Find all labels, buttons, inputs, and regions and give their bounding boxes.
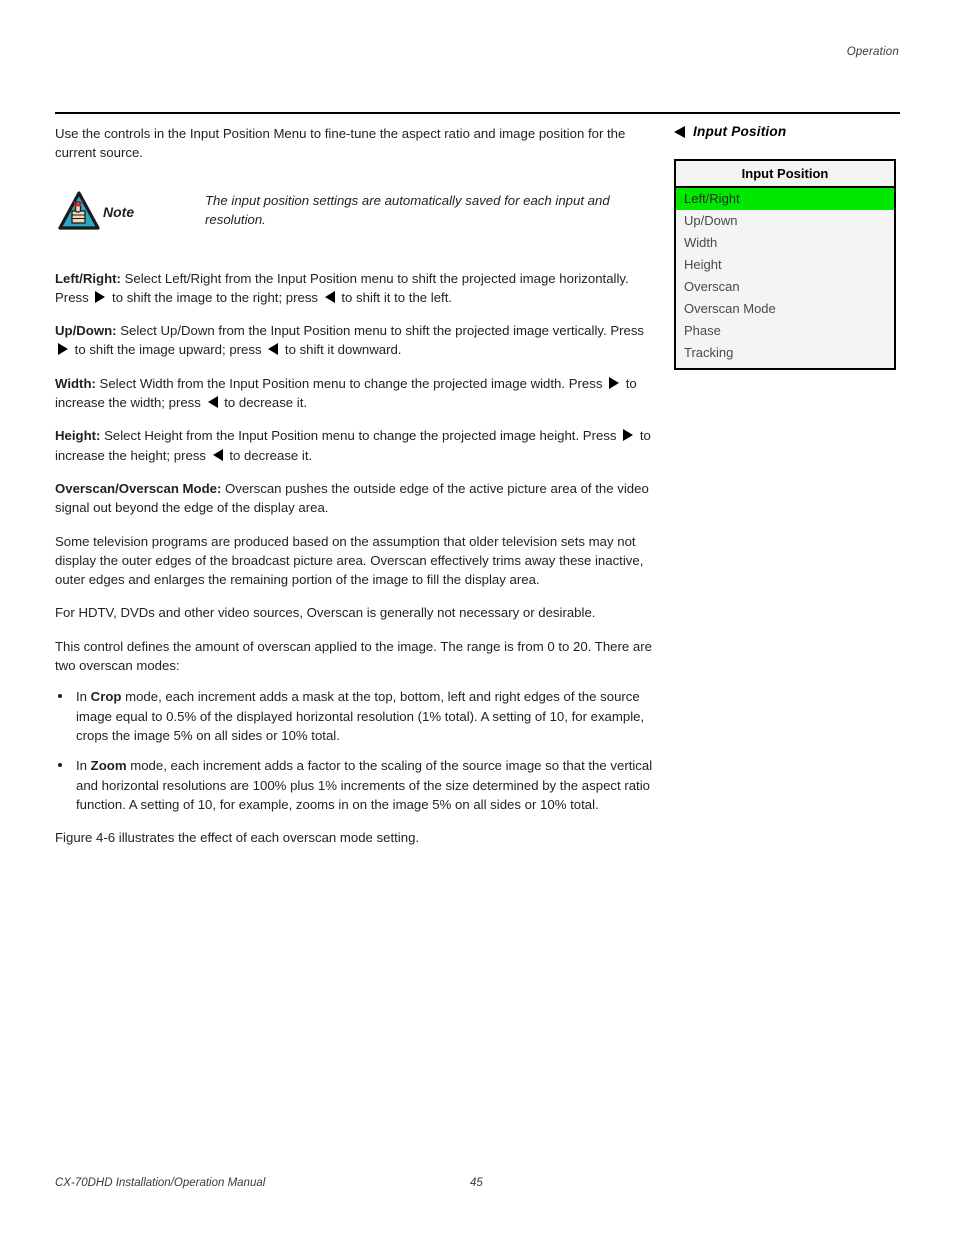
note-label: Note xyxy=(103,203,135,220)
entry-up-down: Up/Down: Select Up/Down from the Input P… xyxy=(55,321,655,360)
figure-reference: Figure 4-6 illustrates the effect of eac… xyxy=(55,830,420,846)
entry-text-3: to shift it downward. xyxy=(281,342,402,358)
osd-menu-item-overscan-mode[interactable]: Overscan Mode xyxy=(676,298,894,320)
back-arrow-icon xyxy=(674,125,685,138)
entry-term: Up/Down: xyxy=(55,323,117,339)
entry-text-1: Select Up/Down from the Input Position m… xyxy=(116,323,645,339)
entry-term: Width: xyxy=(55,375,96,391)
bullet-bold-term: Crop xyxy=(90,689,122,705)
note-triangle-hand-icon xyxy=(58,190,100,231)
running-header: Operation xyxy=(846,46,899,58)
osd-menu-item-overscan[interactable]: Overscan xyxy=(676,276,894,298)
header-divider-rule xyxy=(55,112,900,114)
left-arrow-icon xyxy=(207,396,218,409)
right-arrow-icon xyxy=(58,343,68,356)
footer-page-number: 45 xyxy=(470,1177,483,1189)
document-page: Operation Use the controls in the Input … xyxy=(0,0,954,1235)
list-item: In Zoom mode, each increment adds a fact… xyxy=(55,756,655,814)
entry-text-2: to shift the image upward; press xyxy=(71,342,266,358)
entry-width: Width: Select Width from the Input Posit… xyxy=(55,374,655,413)
osd-menu-title: Input Position xyxy=(676,161,894,188)
bullet-dot-icon xyxy=(58,694,62,699)
note-callout: Note The input position settings are aut… xyxy=(55,190,655,239)
overscan-modes-list: In Crop mode, each increment adds a mask… xyxy=(55,687,655,814)
note-text: The input position settings are automati… xyxy=(205,192,610,227)
entry-term: Height: xyxy=(55,428,101,444)
bullet-post: mode, each increment adds a factor to th… xyxy=(76,758,653,812)
osd-menu-list: Left/Right Up/Down Width Height Overscan… xyxy=(676,188,894,368)
osd-menu-item-width[interactable]: Width xyxy=(676,232,894,254)
paragraph-television: Some television programs are produced ba… xyxy=(55,533,644,588)
left-arrow-icon xyxy=(268,343,279,356)
bullet-post: mode, each increment adds a mask at the … xyxy=(76,689,645,743)
right-arrow-icon xyxy=(623,429,634,442)
sidebar-heading-label: Input Position xyxy=(693,124,787,139)
entry-text-3: to shift it to the left. xyxy=(337,289,453,305)
osd-menu-item-tracking[interactable]: Tracking xyxy=(676,342,894,368)
entry-left-right: Left/Right: Select Left/Right from the I… xyxy=(55,269,655,308)
right-arrow-icon xyxy=(95,290,106,303)
entry-text-1: Select Width from the Input Position men… xyxy=(95,375,607,391)
sidebar-section-heading: Input Position xyxy=(674,124,900,139)
entry-overscan: Overscan/Overscan Mode: Overscan pushes … xyxy=(55,479,655,518)
bullet-dot-icon xyxy=(58,763,62,768)
entry-height: Height: Select Height from the Input Pos… xyxy=(55,426,655,465)
osd-menu-panel: Input Position Left/Right Up/Down Width … xyxy=(674,159,896,370)
sidebar-column: Input Position Input Position Left/Right… xyxy=(674,124,900,370)
entry-term: Left/Right: xyxy=(55,270,121,286)
list-item: In Crop mode, each increment adds a mask… xyxy=(55,687,655,745)
entry-text-3: to decrease it. xyxy=(220,395,308,411)
main-text-column: Use the controls in the Input Position M… xyxy=(55,124,655,861)
paragraph-range: This control defines the amount of overs… xyxy=(55,638,652,674)
osd-menu-item-height[interactable]: Height xyxy=(676,254,894,276)
left-arrow-icon xyxy=(324,290,335,303)
bullet-bold-term: Zoom xyxy=(90,758,127,774)
osd-menu-item-up-down[interactable]: Up/Down xyxy=(676,210,894,232)
entry-text-1: Select Height from the Input Position me… xyxy=(100,428,621,444)
osd-menu-item-phase[interactable]: Phase xyxy=(676,320,894,342)
entry-text-3: to decrease it. xyxy=(225,447,313,463)
entry-text-2: to shift the image to the right; press xyxy=(108,289,322,305)
left-arrow-icon xyxy=(212,448,223,461)
intro-paragraph: Use the controls in the Input Position M… xyxy=(55,126,626,161)
footer-manual-title: CX-70DHD Installation/Operation Manual xyxy=(55,1177,266,1189)
entry-term: Overscan/Overscan Mode: xyxy=(55,480,222,496)
bullet-pre: In xyxy=(76,689,91,705)
osd-menu-item-left-right[interactable]: Left/Right xyxy=(676,188,894,210)
paragraph-hdtv: For HDTV, DVDs and other video sources, … xyxy=(55,605,596,621)
right-arrow-icon xyxy=(609,376,620,389)
bullet-pre: In xyxy=(76,758,91,774)
